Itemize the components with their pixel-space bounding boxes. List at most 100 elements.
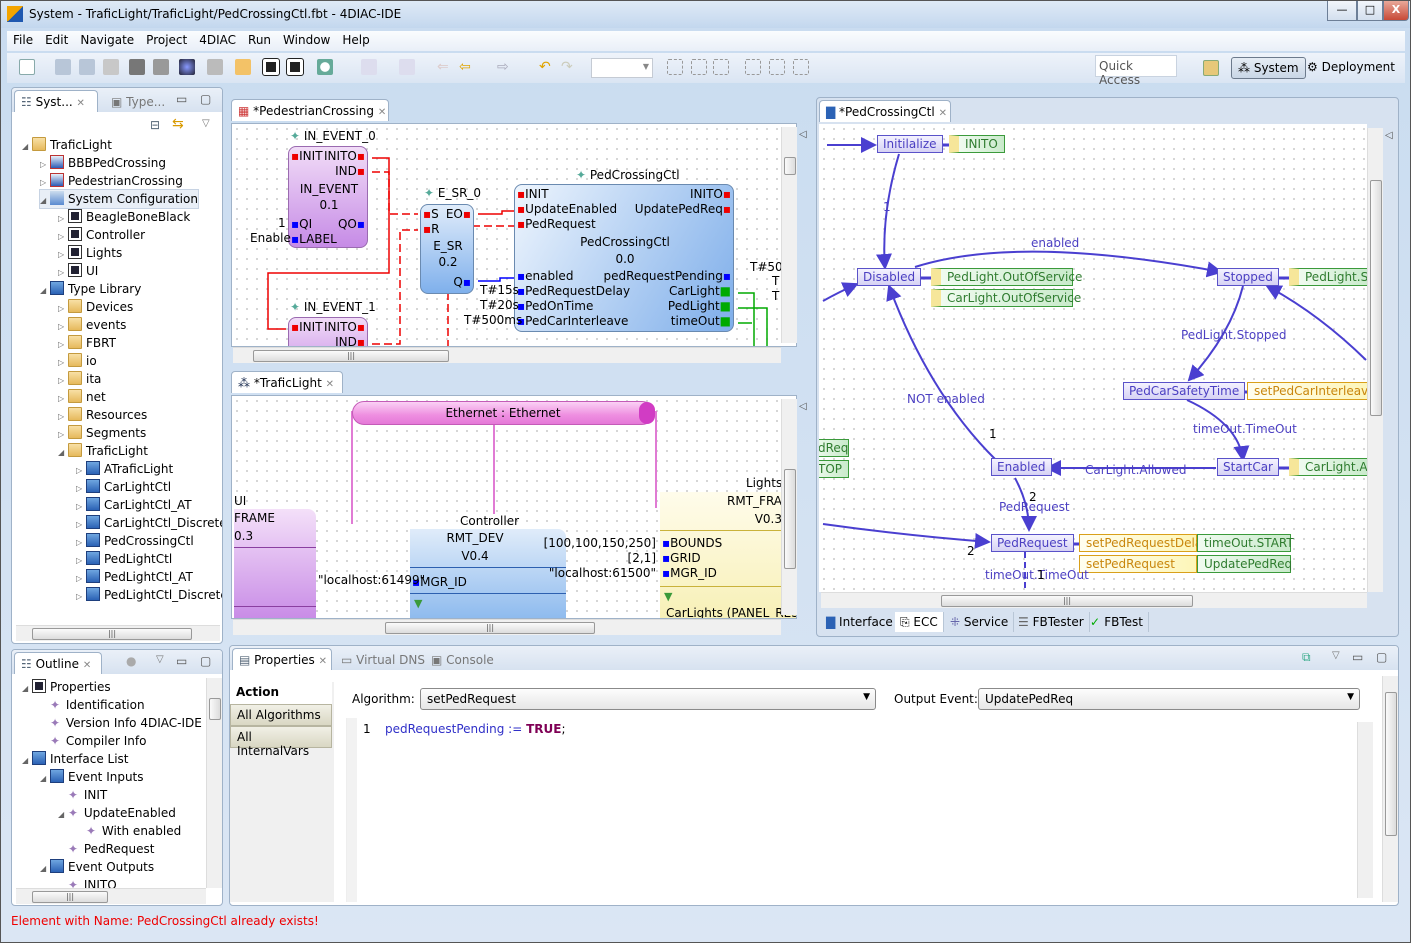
fb-in-event-1[interactable]: ▪INIT INITO▪ IND▪ xyxy=(288,317,368,346)
code-editor[interactable]: 1 pedRequestPending := TRUE; xyxy=(346,718,1373,902)
forward-icon[interactable]: ⇨ xyxy=(497,59,513,75)
side-tab-all-internal-vars[interactable]: All InternalVars xyxy=(230,726,332,758)
state-ped-request[interactable]: PedRequest xyxy=(991,534,1074,552)
tree-item[interactable]: ✦ Version Info 4DIAC-IDE xyxy=(40,714,202,732)
tree-item[interactable]: ▷ CarLightCtl xyxy=(76,478,171,496)
palette-toggle-icon[interactable]: ◁ xyxy=(799,129,807,140)
pin-q[interactable]: Q xyxy=(453,275,462,289)
state-start-car[interactable]: StartCar xyxy=(1217,458,1279,476)
tree-item[interactable]: ▷ PedLightCtl xyxy=(76,550,172,568)
tree-item[interactable]: ▷ PedLightCtl_AT xyxy=(76,568,193,586)
vertical-scrollbar[interactable] xyxy=(781,399,797,615)
palette-toggle-icon[interactable]: ◁ xyxy=(799,401,807,412)
scroll-thumb[interactable]: ||| xyxy=(32,891,108,903)
collapse-all-icon[interactable]: ⊟ xyxy=(150,118,160,132)
tab-ped-crossing-ctl[interactable]: ▇ *PedCrossingCtl ✕ xyxy=(819,100,951,122)
minimize-view-icon[interactable]: ▭ xyxy=(176,92,187,106)
action-update-ped-req[interactable]: UpdatePedReq xyxy=(1197,555,1292,573)
state-initialize[interactable]: Initilalize xyxy=(877,135,943,153)
fb-e-sr-0[interactable]: ▪S ▪R EO▪ E_SR 0.2 Q▪ xyxy=(420,204,474,294)
expanded-arrow-icon[interactable]: ◢ xyxy=(40,282,50,300)
tree-item[interactable]: ▷ UI xyxy=(58,262,98,280)
align-right-icon[interactable] xyxy=(713,59,729,75)
action-car-out-of-service[interactable]: CarLight.OutOfService xyxy=(931,289,1081,307)
scroll-thumb[interactable]: ||| xyxy=(32,628,192,640)
link-editor-icon[interactable]: ⇆ xyxy=(172,116,184,132)
pin-view-icon[interactable]: ⧉ xyxy=(1302,650,1311,665)
pin-inito[interactable]: INITO xyxy=(324,149,357,163)
horizontal-scrollbar[interactable]: ||| xyxy=(233,347,781,363)
pin-time-out[interactable]: timeOut xyxy=(671,314,720,328)
expanded-arrow-icon[interactable]: ◢ xyxy=(40,192,50,210)
tree-item[interactable]: ▷ PedLightCtl_Discrete xyxy=(76,586,222,604)
expand-resources-icon[interactable]: ▼ xyxy=(664,590,672,603)
expanded-arrow-icon[interactable]: ◢ xyxy=(22,752,32,770)
pin-qi[interactable]: QI xyxy=(299,217,312,231)
tree-item[interactable]: ◢ Type Library xyxy=(40,280,141,298)
tree-item[interactable]: ▷ Devices xyxy=(58,298,133,316)
expanded-arrow-icon[interactable]: ◢ xyxy=(40,770,50,788)
scroll-thumb[interactable] xyxy=(1385,692,1397,836)
align-bottom-icon[interactable] xyxy=(793,59,809,75)
zoom-combo[interactable]: ▼ xyxy=(591,58,653,78)
menu-help[interactable]: Help xyxy=(336,31,375,47)
tree-item[interactable]: ▷ Controller xyxy=(58,226,145,244)
tree-item[interactable]: ✦ INITO xyxy=(58,876,117,888)
tab-fbtester[interactable]: ☰ FBTester xyxy=(1013,612,1090,632)
action-inito[interactable]: INITO xyxy=(949,135,1005,153)
redo-icon[interactable]: ↷ xyxy=(561,59,577,75)
fb-in-event-0[interactable]: ▪INIT INITO▪ IND▪ IN_EVENT 0.1 ▪QI QO▪ ▪… xyxy=(288,146,368,248)
tree-item[interactable]: ▷ ita xyxy=(58,370,101,388)
close-tab-icon[interactable]: ✕ xyxy=(77,98,85,109)
param-ped-request-delay[interactable]: T#15s xyxy=(480,283,519,297)
action-set-ped-car-interleave[interactable]: setPedCarInterleaveTi xyxy=(1247,382,1367,400)
tree-item[interactable]: ▷ Lights xyxy=(58,244,122,262)
menu-run[interactable]: Run xyxy=(242,31,277,47)
code-line[interactable]: pedRequestPending := TRUE; xyxy=(385,722,566,736)
minimize-button[interactable]: — xyxy=(1327,1,1357,21)
perspective-deployment[interactable]: ⚙ Deployment xyxy=(1301,57,1401,79)
vertical-scrollbar[interactable] xyxy=(1367,128,1383,592)
expanded-arrow-icon[interactable]: ◢ xyxy=(22,138,32,156)
tree-item[interactable]: ✦ Identification xyxy=(40,696,145,714)
pin-update-enabled[interactable]: UpdateEnabled xyxy=(525,202,617,216)
close-tab-icon[interactable]: ✕ xyxy=(319,656,327,667)
param-qi-value[interactable]: 1 xyxy=(278,216,286,230)
device-ui[interactable]: FRAME 0.3 xyxy=(234,509,316,618)
pin-inito[interactable]: INITO xyxy=(324,320,357,334)
horizontal-scrollbar[interactable]: ||| xyxy=(16,625,220,641)
expanded-arrow-icon[interactable]: ◢ xyxy=(22,680,32,698)
align-left-icon[interactable] xyxy=(667,59,683,75)
scroll-thumb[interactable] xyxy=(1370,180,1382,416)
pin-ind[interactable]: IND xyxy=(335,164,357,178)
code-vertical-scrollbar[interactable] xyxy=(1357,722,1373,898)
close-tab-icon[interactable]: ✕ xyxy=(83,660,91,671)
param-mgr-id-value[interactable]: "localhost:61500" xyxy=(549,566,656,580)
tree-item[interactable]: ▷ PedestrianCrossing xyxy=(40,172,183,190)
tab-console[interactable]: ▣ Console xyxy=(424,648,501,670)
tree-item[interactable]: ✦ PedRequest xyxy=(58,840,154,858)
tree-item[interactable]: ◢ Interface List xyxy=(22,750,129,768)
tree-item[interactable]: ✦ INIT xyxy=(58,786,107,804)
scroll-thumb[interactable] xyxy=(784,157,796,175)
save-icon[interactable] xyxy=(55,59,71,75)
param-grid[interactable]: GRID xyxy=(670,551,700,565)
tab-properties[interactable]: ▤ Properties ✕ xyxy=(232,648,332,670)
vertical-scrollbar[interactable] xyxy=(1382,676,1398,902)
param-mgr-id[interactable]: MGR_ID xyxy=(420,575,467,589)
pin-enabled[interactable]: enabled xyxy=(525,269,573,283)
tab-outline[interactable]: ☷ Outline ✕ xyxy=(14,652,102,674)
maximize-button[interactable]: □ xyxy=(1357,1,1383,21)
tab-trafic-light[interactable]: ⁂ *TraficLight ✕ xyxy=(231,371,343,393)
save-all-icon[interactable] xyxy=(79,59,95,75)
param-bounds-value[interactable]: [100,100,150,250] xyxy=(544,536,656,550)
pin-init[interactable]: INIT xyxy=(525,187,548,201)
tree-item[interactable]: ◢ Event Inputs xyxy=(40,768,144,786)
undo-icon[interactable]: ↶ xyxy=(539,59,555,75)
tab-virtual-dns[interactable]: ▭ Virtual DNS xyxy=(334,648,432,670)
pin-label[interactable]: LABEL xyxy=(299,232,337,246)
state-stopped[interactable]: Stopped xyxy=(1217,268,1279,286)
minimize-view-icon[interactable]: ▭ xyxy=(1352,650,1363,664)
action-timeout-start[interactable]: timeOut.START xyxy=(1197,534,1294,552)
tree-item[interactable]: ✦ Compiler Info xyxy=(40,732,146,750)
